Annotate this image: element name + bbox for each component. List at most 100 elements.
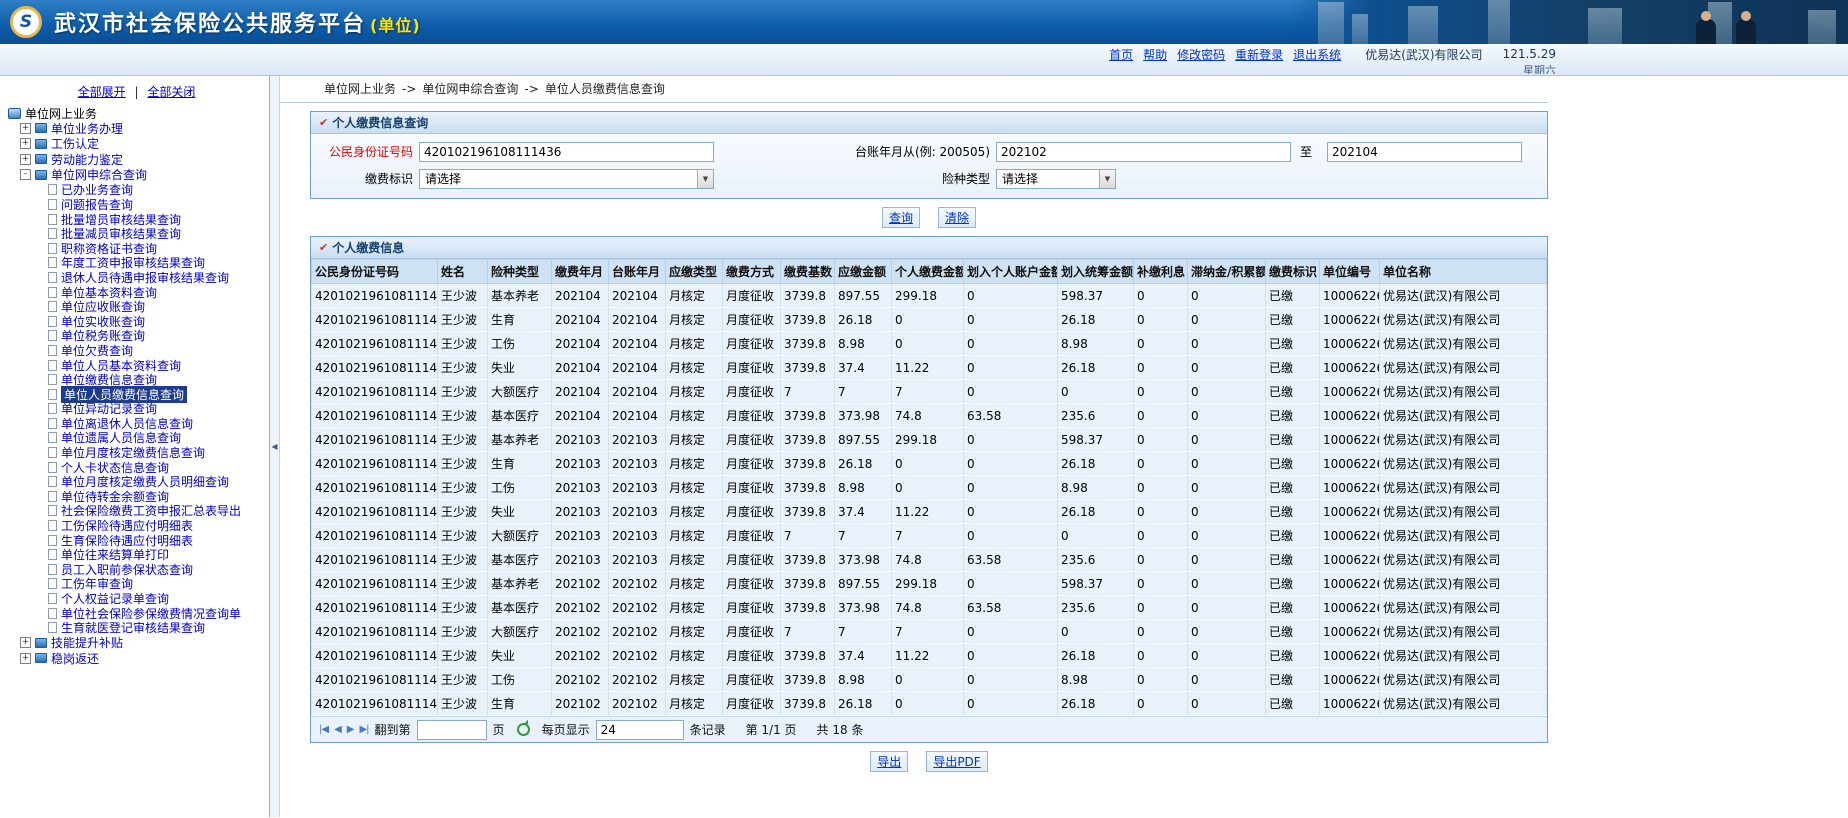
table-row[interactable]: 420102196108111436王少波基本医疗202102202102月核定… [312, 596, 1547, 620]
table-row[interactable]: 420102196108111436王少波工伤202104202104月核定月度… [312, 332, 1547, 356]
tree-leaf[interactable]: 单位往来结算单打印 [6, 547, 267, 562]
expand-toggle-icon[interactable]: + [20, 637, 31, 648]
tree-leaf[interactable]: 单位月度核定缴费信息查询 [6, 445, 267, 460]
table-row[interactable]: 420102196108111436王少波工伤202102202102月核定月度… [312, 668, 1547, 692]
tree-leaf[interactable]: 单位基本资料查询 [6, 285, 267, 300]
sidebar-splitter[interactable]: ◀ [270, 76, 280, 817]
tree-leaf[interactable]: 单位异动记录查询 [6, 402, 267, 417]
tree-leaf[interactable]: 单位遗属人员信息查询 [6, 431, 267, 446]
table-row[interactable]: 420102196108111436王少波大额医疗202104202104月核定… [312, 380, 1547, 404]
tree-leaf[interactable]: 社会保险缴费工资申报汇总表导出 [6, 504, 267, 519]
table-row[interactable]: 420102196108111436王少波基本医疗202103202103月核定… [312, 548, 1547, 572]
tree-branch[interactable]: + 技能提升补贴 [6, 635, 267, 651]
table-row[interactable]: 420102196108111436王少波失业202102202102月核定月度… [312, 644, 1547, 668]
per-page-input[interactable] [596, 720, 684, 740]
tree-leaf[interactable]: 问题报告查询 [6, 197, 267, 212]
tree-leaf[interactable]: 退休人员待遇申报审核结果查询 [6, 270, 267, 285]
tree-branch[interactable]: -单位网申综合查询 [6, 167, 267, 183]
ledger-month-to-input[interactable] [1327, 142, 1522, 162]
tree-leaf[interactable]: 职称资格证书查询 [6, 241, 267, 256]
expand-toggle-icon[interactable]: + [20, 154, 31, 165]
table-row[interactable]: 420102196108111436王少波生育202104202104月核定月度… [312, 308, 1547, 332]
tree-leaf[interactable]: 年度工资申报审核结果查询 [6, 256, 267, 271]
table-row[interactable]: 420102196108111436王少波基本养老202103202103月核定… [312, 428, 1547, 452]
tree-root[interactable]: 单位网上业务 [6, 106, 267, 121]
tree-leaf[interactable]: 单位月度核定缴费人员明细查询 [6, 474, 267, 489]
search-button[interactable]: 查询 [882, 207, 920, 228]
tree-leaf[interactable]: 单位社会保险参保缴费情况查询单 [6, 606, 267, 621]
expand-toggle-icon[interactable]: + [20, 123, 31, 134]
tree-branch[interactable]: + 工伤认定 [6, 136, 267, 152]
tree-leaf[interactable]: 员工入职前参保状态查询 [6, 562, 267, 577]
tree-leaf[interactable]: 工伤年审查询 [6, 577, 267, 592]
table-cell: 0 [1134, 284, 1188, 308]
table-cell: 王少波 [438, 572, 488, 596]
topnav-link[interactable]: 首页 [1109, 46, 1133, 63]
ledger-month-from-input[interactable] [996, 142, 1291, 162]
table-cell: 202102 [552, 668, 609, 692]
tree-branch-label[interactable]: 稳岗返还 [51, 650, 99, 667]
breadcrumb-item[interactable]: 单位人员缴费信息查询 [545, 82, 665, 96]
tree-leaf[interactable]: 单位税务账查询 [6, 329, 267, 344]
tree-leaf[interactable]: 单位人员基本资料查询 [6, 358, 267, 373]
refresh-icon[interactable] [517, 723, 530, 736]
tree-leaf[interactable]: 单位应收账查询 [6, 299, 267, 314]
collapse-all-link[interactable]: 全部关闭 [147, 85, 195, 99]
tree-leaf[interactable]: 生育保险待遇应付明细表 [6, 533, 267, 548]
topnav-link[interactable]: 重新登录 [1235, 46, 1283, 63]
expand-toggle-icon[interactable]: + [20, 138, 31, 149]
expand-toggle-icon[interactable]: + [20, 653, 31, 664]
tree-leaf[interactable]: 单位人员缴费信息查询 [6, 387, 267, 402]
tree-leaf[interactable]: 批量减员审核结果查询 [6, 226, 267, 241]
table-row[interactable]: 420102196108111436王少波基本医疗202104202104月核定… [312, 404, 1547, 428]
insurance-type-select[interactable]: 请选择 ▼ [996, 169, 1116, 189]
expand-all-link[interactable]: 全部展开 [78, 85, 126, 99]
table-cell: 0 [1134, 500, 1188, 524]
table-row[interactable]: 420102196108111436王少波失业202104202104月核定月度… [312, 356, 1547, 380]
table-row[interactable]: 420102196108111436王少波大额医疗202103202103月核定… [312, 524, 1547, 548]
export-button[interactable]: 导出 [870, 751, 908, 772]
export-pdf-button[interactable]: 导出PDF [926, 751, 987, 772]
first-page-button[interactable]: |◀ [319, 724, 328, 735]
tree-branch-label[interactable]: 单位业务办理 [51, 120, 123, 137]
tree-branch[interactable]: + 劳动能力鉴定 [6, 152, 267, 168]
table-row[interactable]: 420102196108111436王少波大额医疗202102202102月核定… [312, 620, 1547, 644]
topnav-link[interactable]: 退出系统 [1293, 46, 1341, 63]
collapse-toggle-icon[interactable]: - [20, 169, 31, 180]
breadcrumb-item[interactable]: 单位网上业务 [324, 82, 396, 96]
next-page-button[interactable]: ▶ [347, 724, 354, 735]
goto-page-input[interactable] [417, 720, 487, 740]
tree-leaf[interactable]: 单位离退休人员信息查询 [6, 416, 267, 431]
table-row[interactable]: 420102196108111436王少波生育202102202102月核定月度… [312, 692, 1547, 716]
breadcrumb-item[interactable]: 单位网申综合查询 [422, 82, 518, 96]
tree-branch-label[interactable]: 技能提升补贴 [51, 634, 123, 651]
table-row[interactable]: 420102196108111436王少波基本养老202104202104月核定… [312, 284, 1547, 308]
tree-leaf[interactable]: 生育就医登记审核结果查询 [6, 620, 267, 635]
topnav-link[interactable]: 帮助 [1143, 46, 1167, 63]
table-row[interactable]: 420102196108111436王少波生育202103202103月核定月度… [312, 452, 1547, 476]
table-row[interactable]: 420102196108111436王少波工伤202103202103月核定月度… [312, 476, 1547, 500]
last-page-button[interactable]: ▶| [359, 724, 368, 735]
tree-leaf[interactable]: 个人权益记录单查询 [6, 591, 267, 606]
table-cell: 0 [1188, 428, 1266, 452]
tree-branch[interactable]: + 稳岗返还 [6, 651, 267, 667]
clear-button[interactable]: 清除 [938, 207, 976, 228]
id-number-input[interactable] [419, 142, 714, 162]
tree-leaf[interactable]: 单位实收账查询 [6, 314, 267, 329]
tree-leaf[interactable]: 单位欠费查询 [6, 343, 267, 358]
tree-leaf[interactable]: 工伤保险待遇应付明细表 [6, 518, 267, 533]
payment-flag-select[interactable]: 请选择 ▼ [419, 169, 714, 189]
tree-leaf[interactable]: 单位缴费信息查询 [6, 372, 267, 387]
tree-branch-label[interactable]: 劳动能力鉴定 [51, 151, 123, 168]
tree-branch-label[interactable]: 工伤认定 [51, 135, 99, 152]
collapse-sidebar-icon[interactable]: ◀ [271, 442, 277, 451]
tree-leaf[interactable]: 个人卡状态信息查询 [6, 460, 267, 475]
tree-leaf[interactable]: 批量增员审核结果查询 [6, 212, 267, 227]
tree-branch[interactable]: + 单位业务办理 [6, 121, 267, 137]
table-row[interactable]: 420102196108111436王少波失业202103202103月核定月度… [312, 500, 1547, 524]
tree-leaf[interactable]: 单位待转金余额查询 [6, 489, 267, 504]
table-row[interactable]: 420102196108111436王少波基本养老202102202102月核定… [312, 572, 1547, 596]
topnav-link[interactable]: 修改密码 [1177, 46, 1225, 63]
tree-leaf[interactable]: 已办业务查询 [6, 183, 267, 198]
prev-page-button[interactable]: ◀ [334, 724, 341, 735]
